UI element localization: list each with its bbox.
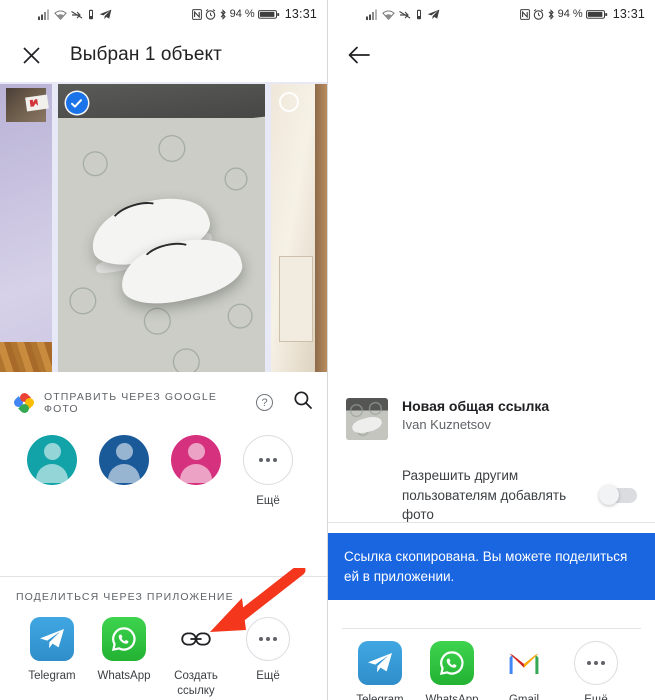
app-more-label: Ещё xyxy=(584,694,608,700)
vibrate-icon xyxy=(415,9,423,20)
photo-selected-checkmark-icon[interactable] xyxy=(65,92,88,114)
avatar xyxy=(171,435,221,485)
google-photos-section-header: ОТПРАВИТЬ ЧЕРЕЗ GOOGLE ФОТО ? xyxy=(0,372,327,419)
close-icon[interactable] xyxy=(18,42,44,68)
no-sim-icon xyxy=(71,9,83,20)
contacts-more-label: Ещё xyxy=(256,495,280,507)
permission-toggle[interactable] xyxy=(599,485,637,506)
battery-percent-label: 94 % xyxy=(557,8,583,20)
share-link-panel: Новая общая ссылка Ivan Kuznetsov Разреш… xyxy=(328,382,655,525)
telegram-icon xyxy=(358,641,402,685)
link-chain-icon xyxy=(174,617,218,661)
apps-row-left: Telegram WhatsApp Создать ссылку Ещё xyxy=(0,603,327,699)
apps-section-title: ПОДЕЛИТЬСЯ ЧЕРЕЗ ПРИЛОЖЕНИЕ xyxy=(16,591,234,603)
telegram-icon xyxy=(30,617,74,661)
app-gmail-label: Gmail xyxy=(508,694,540,700)
whatsapp-icon xyxy=(430,641,474,685)
link-title: Новая общая ссылка xyxy=(402,398,550,414)
app-whatsapp-label: WhatsApp xyxy=(425,694,479,700)
apps-section: ПОДЕЛИТЬСЯ ЧЕРЕЗ ПРИЛОЖЕНИЕ Telegram Wha… xyxy=(0,576,327,699)
bluetooth-icon xyxy=(219,8,227,20)
app-gmail[interactable]: Gmail xyxy=(488,641,560,700)
dual-screenshot-container: 94 % 13:31 Выбран 1 объект ОТПРАВИТЬ ЧЕР… xyxy=(0,0,655,700)
app-telegram-label: Telegram xyxy=(28,670,76,682)
app-telegram-label: Telegram xyxy=(356,694,404,700)
left-screen: 94 % 13:31 Выбран 1 объект ОТПРАВИТЬ ЧЕР… xyxy=(0,0,328,700)
app-create-link-label: Создать ссылку xyxy=(174,670,218,697)
link-thumbnail xyxy=(346,398,388,440)
app-telegram[interactable]: Telegram xyxy=(344,641,416,700)
snackbar-area: Ссылка скопирована. Вы можете поделиться… xyxy=(328,522,655,601)
alarm-icon xyxy=(533,8,544,20)
telegram-notification-icon xyxy=(427,9,440,20)
nfc-icon xyxy=(519,8,530,20)
apps-row-right: Telegram WhatsApp Gmail Ещё xyxy=(328,629,655,700)
back-arrow-icon[interactable] xyxy=(346,42,372,68)
alarm-icon xyxy=(205,8,216,20)
app-create-link[interactable]: Создать ссылку xyxy=(160,617,232,699)
battery-icon xyxy=(585,9,608,20)
search-icon[interactable] xyxy=(293,390,313,415)
page-title: Выбран 1 объект xyxy=(70,44,222,65)
selection-toolbar: Выбран 1 объект xyxy=(0,28,327,82)
wifi-icon xyxy=(382,9,395,20)
contact-avatar-3[interactable] xyxy=(160,435,232,508)
link-item-row[interactable]: Новая общая ссылка Ivan Kuznetsov xyxy=(328,382,655,440)
avatar xyxy=(27,435,77,485)
app-whatsapp-label: WhatsApp xyxy=(97,670,151,682)
bluetooth-icon xyxy=(547,8,555,20)
google-photos-icon xyxy=(12,390,36,415)
contacts-row: Ещё xyxy=(0,419,327,508)
permission-row: Разрешить другим пользователям добавлять… xyxy=(328,440,655,525)
photo-thumbnail-white-sneakers[interactable] xyxy=(57,84,266,372)
wifi-icon xyxy=(54,9,67,20)
vibrate-icon xyxy=(87,9,95,20)
right-apps-section: Telegram WhatsApp Gmail Ещё xyxy=(328,628,655,700)
telegram-notification-icon xyxy=(99,9,112,20)
app-whatsapp[interactable]: WhatsApp xyxy=(416,641,488,700)
more-dots-icon xyxy=(243,435,293,485)
status-bar-right: 94 % 13:31 xyxy=(328,0,655,28)
contact-avatar-1[interactable] xyxy=(16,435,88,508)
photo-thumbnail-lilac-shirt[interactable] xyxy=(0,84,52,372)
photo-thumbnail-wall-door[interactable] xyxy=(271,84,327,372)
photo-grid xyxy=(0,82,327,372)
avatar xyxy=(99,435,149,485)
gmail-icon xyxy=(502,641,546,685)
contact-avatar-2[interactable] xyxy=(88,435,160,508)
app-more[interactable]: Ещё xyxy=(560,641,632,700)
clock-label: 13:31 xyxy=(612,7,645,21)
right-screen: 94 % 13:31 Новая общая ссылка Ivan Kuzne… xyxy=(328,0,655,700)
link-owner: Ivan Kuznetsov xyxy=(402,417,491,432)
battery-icon xyxy=(257,9,280,20)
whatsapp-icon xyxy=(102,617,146,661)
more-dots-icon xyxy=(246,617,290,661)
status-bar-left: 94 % 13:31 xyxy=(0,0,327,28)
google-photos-section-title: ОТПРАВИТЬ ЧЕРЕЗ GOOGLE ФОТО xyxy=(44,390,217,415)
help-circle-icon[interactable]: ? xyxy=(256,394,273,411)
signal-bars-icon xyxy=(366,9,378,20)
clock-label: 13:31 xyxy=(284,7,317,21)
signal-bars-icon xyxy=(38,9,50,20)
app-more[interactable]: Ещё xyxy=(232,617,304,699)
no-sim-icon xyxy=(399,9,411,20)
app-more-label: Ещё xyxy=(256,670,280,682)
status-badge: Ссылка скопирована. Вы можете поделиться… xyxy=(328,533,655,601)
battery-percent-label: 94 % xyxy=(229,8,255,20)
nfc-icon xyxy=(191,8,202,20)
app-telegram[interactable]: Telegram xyxy=(16,617,88,699)
more-dots-icon xyxy=(574,641,618,685)
permission-label: Разрешить другим пользователям добавлять… xyxy=(402,468,567,523)
contacts-more-button[interactable]: Ещё xyxy=(232,435,304,508)
app-whatsapp[interactable]: WhatsApp xyxy=(88,617,160,699)
right-toolbar xyxy=(328,28,655,82)
